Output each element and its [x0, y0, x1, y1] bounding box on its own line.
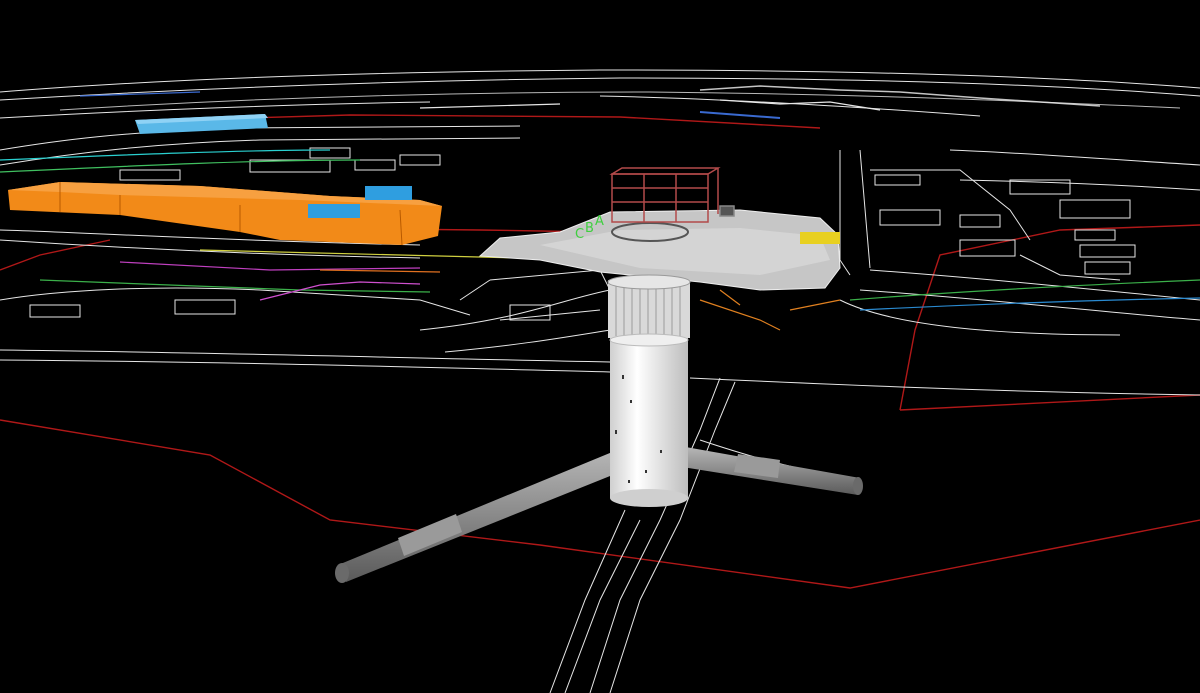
gridline-label-a: A — [595, 214, 604, 229]
shaft — [607, 274, 691, 507]
gridline-label-b: B — [585, 221, 594, 236]
gridline-label-c: C — [575, 227, 584, 242]
3d-model-viewport[interactable]: C B A — [0, 0, 1200, 693]
viewport-background — [0, 0, 1200, 693]
